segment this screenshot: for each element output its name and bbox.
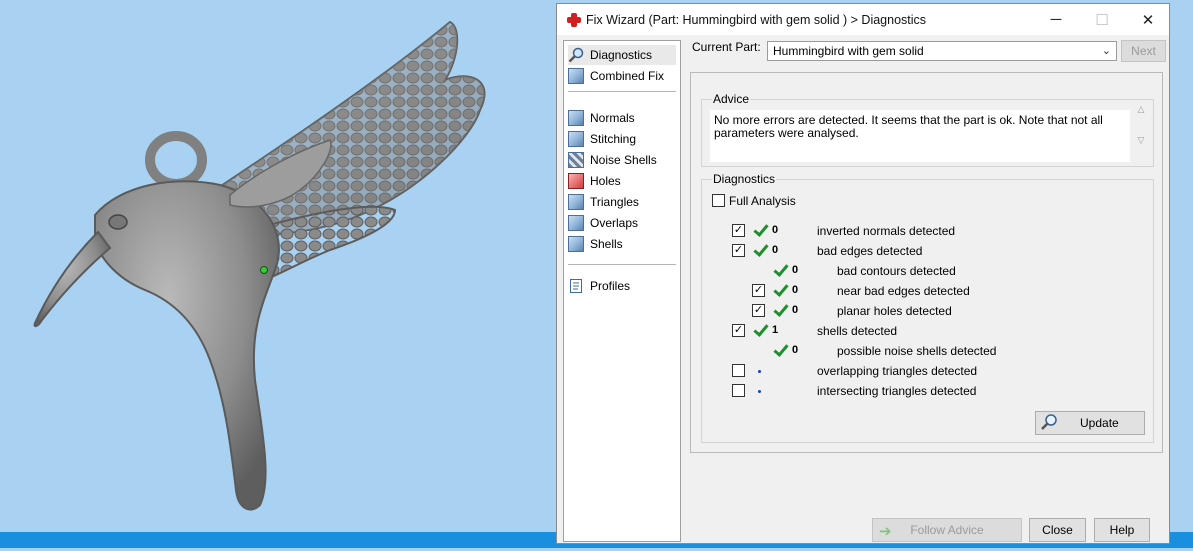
follow-advice-button[interactable]: ➔ Follow Advice [872, 518, 1022, 542]
pending-dot-icon [758, 370, 761, 373]
noise-shells-icon [568, 152, 584, 168]
update-label: Update [1080, 416, 1119, 430]
triangles-cube-icon [568, 194, 584, 210]
nav-item-overlaps[interactable]: Overlaps [568, 213, 676, 233]
nav-label: Triangles [590, 195, 639, 209]
hummingbird-model [33, 20, 486, 511]
nav-label: Overlaps [590, 216, 639, 230]
scroll-up-icon[interactable]: △ [1133, 104, 1149, 115]
check-icon [752, 322, 768, 338]
check-icon [772, 342, 788, 358]
scroll-down-icon[interactable]: ▽ [1133, 135, 1149, 146]
diagnostic-checkbox[interactable] [732, 384, 745, 397]
check-icon [772, 302, 788, 318]
diagnostic-count: 0 [772, 224, 779, 236]
diagnostic-count: 0 [792, 344, 799, 356]
diagnostic-label: bad edges detected [817, 244, 923, 258]
current-part-select[interactable]: Hummingbird with gem solid ⌄ [767, 41, 1117, 61]
check-icon [752, 242, 768, 258]
diagnostic-checkbox[interactable]: ✓ [732, 244, 745, 257]
diagnostic-label: planar holes detected [837, 304, 952, 318]
next-button[interactable]: Next [1121, 40, 1166, 62]
diagnostic-count: 0 [772, 244, 779, 256]
diagnostic-label: possible noise shells detected [837, 344, 997, 358]
magnifier-icon [1040, 413, 1058, 434]
cube-icon [568, 68, 584, 84]
diagnostic-count: 0 [792, 304, 799, 316]
full-analysis-checkbox[interactable] [712, 194, 725, 207]
nav-item-normals[interactable]: Normals [568, 108, 676, 128]
diagnostic-count: 0 [792, 264, 799, 276]
help-button[interactable]: Help [1094, 518, 1150, 542]
follow-advice-label: Follow Advice [910, 523, 984, 537]
update-button[interactable]: Update [1035, 411, 1145, 435]
red-cross-icon [566, 12, 582, 28]
nav-item-noise-shells[interactable]: Noise Shells [568, 150, 676, 170]
chevron-down-icon: ⌄ [1101, 45, 1111, 57]
diagnostics-panel: Advice No more errors are detected. It s… [690, 72, 1163, 453]
diagnostic-checkbox[interactable]: ✓ [732, 324, 745, 337]
wizard-nav: Diagnostics Combined Fix Normals Stitchi… [563, 40, 681, 542]
close-button[interactable]: Close [1029, 518, 1086, 542]
diagnostic-checkbox[interactable]: ✓ [752, 284, 765, 297]
nav-label: Diagnostics [590, 48, 653, 62]
fix-wizard-window: Fix Wizard (Part: Hummingbird with gem s… [556, 3, 1170, 544]
check-icon [772, 262, 788, 278]
diagnostic-count: 1 [772, 324, 779, 336]
diagnostic-checkbox[interactable]: ✓ [732, 224, 745, 237]
current-part-label: Current Part: [692, 40, 761, 54]
current-part-value: Hummingbird with gem solid [773, 44, 924, 58]
arrow-right-icon: ➔ [879, 523, 892, 540]
holes-cube-icon [568, 173, 584, 189]
advice-title: Advice [712, 92, 751, 106]
magnifier-icon [568, 47, 584, 63]
nav-label: Shells [590, 237, 623, 251]
nav-label: Holes [590, 174, 621, 188]
minimize-button[interactable]: ─ [1033, 4, 1079, 35]
diagnostic-label: inverted normals detected [817, 224, 956, 238]
check-icon [752, 222, 768, 238]
normals-cube-icon [568, 110, 584, 126]
full-analysis-label: Full Analysis [729, 194, 796, 208]
close-window-button[interactable]: ✕ [1125, 4, 1171, 35]
overlaps-cube-icon [568, 215, 584, 231]
diagnostics-title: Diagnostics [712, 172, 777, 186]
nav-item-combined-fix[interactable]: Combined Fix [568, 66, 676, 86]
advice-scrollbar[interactable]: △ ▽ [1133, 104, 1149, 152]
nav-item-triangles[interactable]: Triangles [568, 192, 676, 212]
nav-item-diagnostics[interactable]: Diagnostics [568, 45, 676, 65]
nav-divider [568, 264, 676, 265]
diagnostic-checkbox[interactable]: ✓ [752, 304, 765, 317]
diagnostic-label: near bad edges detected [837, 284, 970, 298]
document-icon [568, 278, 584, 294]
advice-group: Advice No more errors are detected. It s… [701, 92, 1154, 167]
nav-item-profiles[interactable]: Profiles [568, 276, 676, 296]
nav-divider [568, 91, 676, 92]
nav-label: Noise Shells [590, 153, 657, 167]
nav-label: Stitching [590, 132, 637, 146]
window-title: Fix Wizard (Part: Hummingbird with gem s… [586, 12, 927, 27]
stitching-cube-icon [568, 131, 584, 147]
diagnostic-count: 0 [792, 284, 799, 296]
diagnostic-label: overlapping triangles detected [817, 364, 978, 378]
title-bar[interactable]: Fix Wizard (Part: Hummingbird with gem s… [557, 4, 1169, 35]
nav-item-holes[interactable]: Holes [568, 171, 676, 191]
diagnostic-checkbox[interactable] [732, 364, 745, 377]
check-icon [772, 282, 788, 298]
pending-dot-icon [758, 390, 761, 393]
diagnostic-label: intersecting triangles detected [817, 384, 977, 398]
diagnostic-label: bad contours detected [837, 264, 956, 278]
diagnostics-group: Diagnostics Full Analysis ✓ 0 inverted nor… [701, 172, 1154, 443]
nav-item-shells[interactable]: Shells [568, 234, 676, 254]
maximize-button[interactable]: ☐ [1079, 4, 1125, 35]
diagnostic-label: shells detected [817, 324, 898, 338]
nav-item-stitching[interactable]: Stitching [568, 129, 676, 149]
nav-label: Normals [590, 111, 635, 125]
shells-cube-icon [568, 236, 584, 252]
model-viewport[interactable] [0, 0, 556, 548]
nav-label: Profiles [590, 279, 631, 293]
nav-label: Combined Fix [590, 69, 665, 83]
advice-text: No more errors are detected. It seems th… [710, 110, 1130, 162]
